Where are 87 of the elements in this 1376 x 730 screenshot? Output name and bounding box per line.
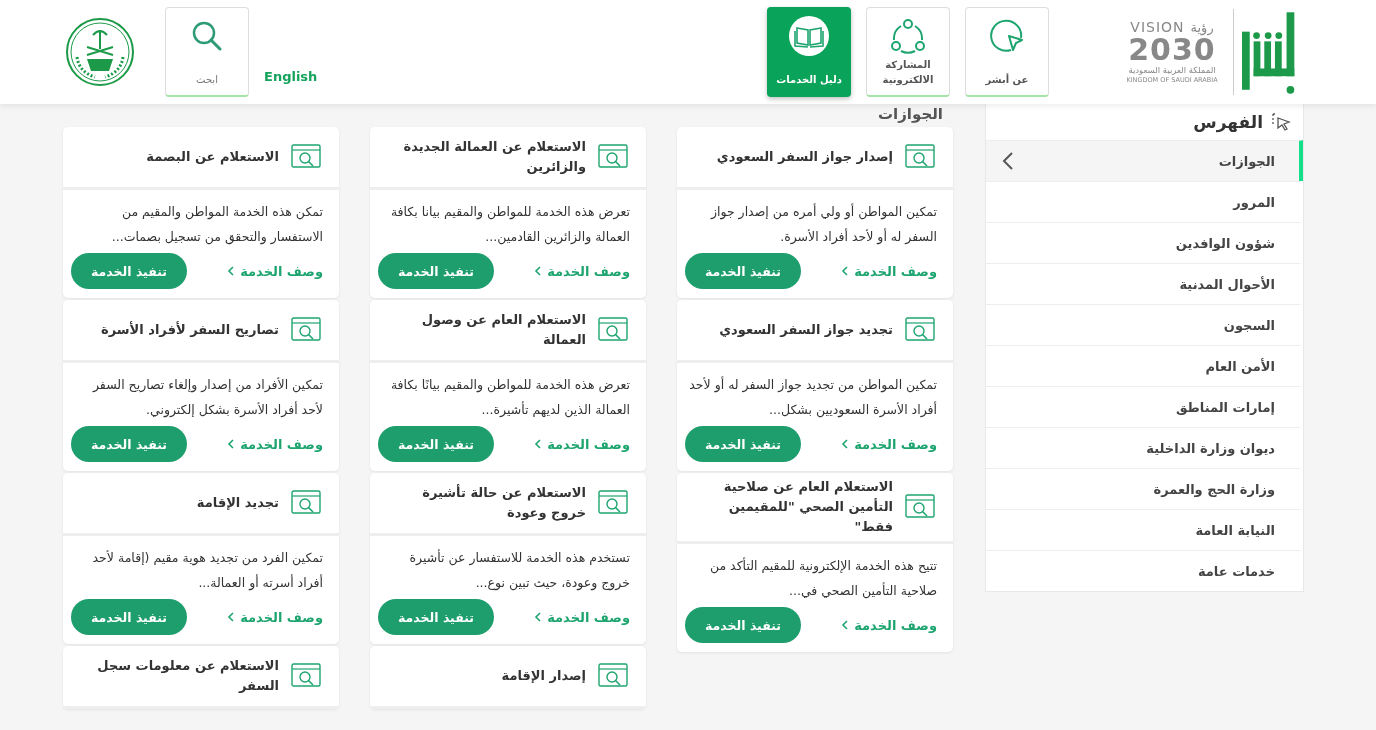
category-item[interactable]: الجوازات (986, 140, 1303, 181)
nav-tile[interactable]: المشاركة الالكترونية (866, 7, 950, 97)
category-item[interactable]: النيابة العامة (986, 509, 1303, 550)
category-item[interactable]: شؤون الوافدين (986, 222, 1303, 263)
service-description: تستخدم هذه الخدمة للاستفسار عن تأشيرة خروج وعودة، حيث تبين نوع... (408, 548, 630, 593)
category-item[interactable]: الأحوال المدنية (986, 263, 1303, 304)
chevron-icon (534, 612, 542, 622)
vision-arabic-text: رؤية (1190, 20, 1214, 35)
service-description: تمكن هذه الخدمة المواطن والمقيم من الاستفسار والتحقق من تسجيل بصمات... (110, 203, 323, 247)
service-info-link[interactable]: وصف الخدمة (841, 436, 937, 452)
window-search-icon (291, 490, 321, 516)
service-info-link[interactable]: وصف الخدمة (841, 263, 937, 279)
service-info-link[interactable]: وصف الخدمة (534, 609, 630, 625)
chevron-icon (227, 612, 235, 622)
execute-service-button[interactable]: تنفيذ الخدمة (685, 426, 801, 462)
chevron-icon (841, 620, 849, 630)
window-search-icon (291, 663, 321, 689)
service-title: الاستعلام عن حالة تأشيرة خروج وعودة (421, 483, 586, 523)
window-search-icon (905, 494, 935, 520)
language-link[interactable]: English (264, 68, 318, 84)
service-description: تمكين الفرد من تجديد هوية مقيم (إقامة لأحد أفراد أسرته أو العمالة... (91, 549, 323, 593)
window-search-icon (291, 144, 321, 170)
search-tile[interactable]: ابحث (165, 7, 249, 97)
category-item[interactable]: إمارات المناطق (986, 386, 1303, 427)
vision-text: VISION (1130, 19, 1185, 35)
window-search-icon (905, 317, 935, 343)
service-description: تعرض هذه الخدمة للمواطن والمقيم بيانًا بكافة العمالة الذين لديهم تأشيرة... (389, 376, 630, 420)
vision-year-text: 2030 (1128, 35, 1216, 65)
chevron-icon (227, 439, 235, 449)
chevron-icon (227, 266, 235, 276)
service-title: الاستعلام عن العمالة الجديدة والزائرين (402, 138, 586, 176)
window-search-icon (598, 317, 628, 343)
service-info-link[interactable]: وصف الخدمة (227, 263, 323, 279)
window-search-icon (598, 490, 628, 516)
service-info-link[interactable]: وصف الخدمة (227, 609, 323, 625)
service-title: إصدار جواز السفر السعودي (716, 148, 893, 166)
execute-service-button[interactable]: تنفيذ الخدمة (378, 599, 494, 635)
nav-tile[interactable]: عن أبشر (965, 7, 1049, 97)
search-icon (191, 20, 223, 52)
window-search-icon (598, 663, 628, 689)
service-title: الاستعلام عن معلومات سجل السفر (96, 657, 279, 695)
window-search-icon (291, 317, 321, 343)
chevron-icon (841, 266, 849, 276)
execute-service-button[interactable]: تنفيذ الخدمة (378, 426, 494, 462)
service-description: تمكين الأفراد من إصدار وإلغاء تصاريح السفر لأحد أفراد الأسرة بشكل إلكتروني. (91, 376, 323, 420)
category-item[interactable]: خدمات عامة (986, 550, 1303, 591)
service-title: تجديد الإقامة (196, 494, 279, 512)
kingdom-arabic-text: المملكة العربية السعودية (1128, 65, 1216, 76)
nav-tile[interactable]: دليل الخدمات (767, 7, 851, 97)
chevron-icon (841, 439, 849, 449)
window-search-icon (598, 144, 628, 170)
service-title: تجديد جواز السفر السعودي (719, 321, 893, 339)
category-item[interactable]: ديوان وزارة الداخلية (986, 427, 1303, 468)
service-info-link[interactable]: وصف الخدمة (227, 436, 323, 452)
service-description: تمكين المواطن من تجديد جواز السفر له أو لأحد أفراد الأسرة السعوديين بشكل... (688, 375, 937, 420)
execute-service-button[interactable]: تنفيذ الخدمة (378, 253, 494, 289)
chevron-icon (534, 439, 542, 449)
service-title: الاستعلام العام عن صلاحية التأمين الصحي "للمقيمين فقط" (722, 478, 893, 536)
execute-service-button[interactable]: تنفيذ الخدمة (71, 426, 187, 462)
service-description: تمكين المواطن أو ولي أمره من إصدار جواز السفر له أو لأحد أفراد الأسرة. (709, 202, 937, 247)
execute-service-button[interactable]: تنفيذ الخدمة (685, 253, 801, 289)
window-search-icon (905, 144, 935, 170)
service-title: الاستعلام العام عن وصول العمالة (420, 311, 586, 349)
chevron-icon (534, 266, 542, 276)
service-title: الاستعلام عن البصمة (146, 148, 279, 167)
execute-service-button[interactable]: تنفيذ الخدمة (71, 253, 187, 289)
section-title: الجوازات (877, 104, 944, 125)
cursor-icon (989, 18, 1025, 54)
pointer-icon (1271, 112, 1291, 132)
category-item[interactable]: المرور (986, 181, 1303, 222)
category-item[interactable]: وزارة الحج والعمرة (986, 468, 1303, 509)
execute-service-button[interactable]: تنفيذ الخدمة (71, 599, 187, 635)
execute-service-button[interactable]: تنفيذ الخدمة (685, 607, 801, 643)
category-item[interactable]: الأمن العام (986, 345, 1303, 386)
share-icon (890, 18, 926, 54)
index-title: الفهرس (1193, 112, 1263, 132)
service-info-link[interactable]: وصف الخدمة (534, 263, 630, 279)
chevron-icon (1002, 151, 1014, 171)
service-title: تصاريح السفر لأفراد الأسرة (101, 320, 279, 339)
emblem-icon (65, 17, 135, 87)
service-description: تتيح هذه الخدمة الإلكترونية للمقيم التأكد من صلاحية التأمين الصحي في... (708, 556, 937, 601)
service-title: إصدار الإقامة (501, 667, 586, 685)
category-item[interactable]: السجون (986, 304, 1303, 345)
service-description: تعرض هذه الخدمة للمواطن والمقيم بيانا بكافة العمالة والزائرين القادمين... (389, 203, 630, 247)
service-info-link[interactable]: وصف الخدمة (841, 617, 937, 633)
book-icon (789, 16, 829, 56)
service-info-link[interactable]: وصف الخدمة (534, 436, 630, 452)
